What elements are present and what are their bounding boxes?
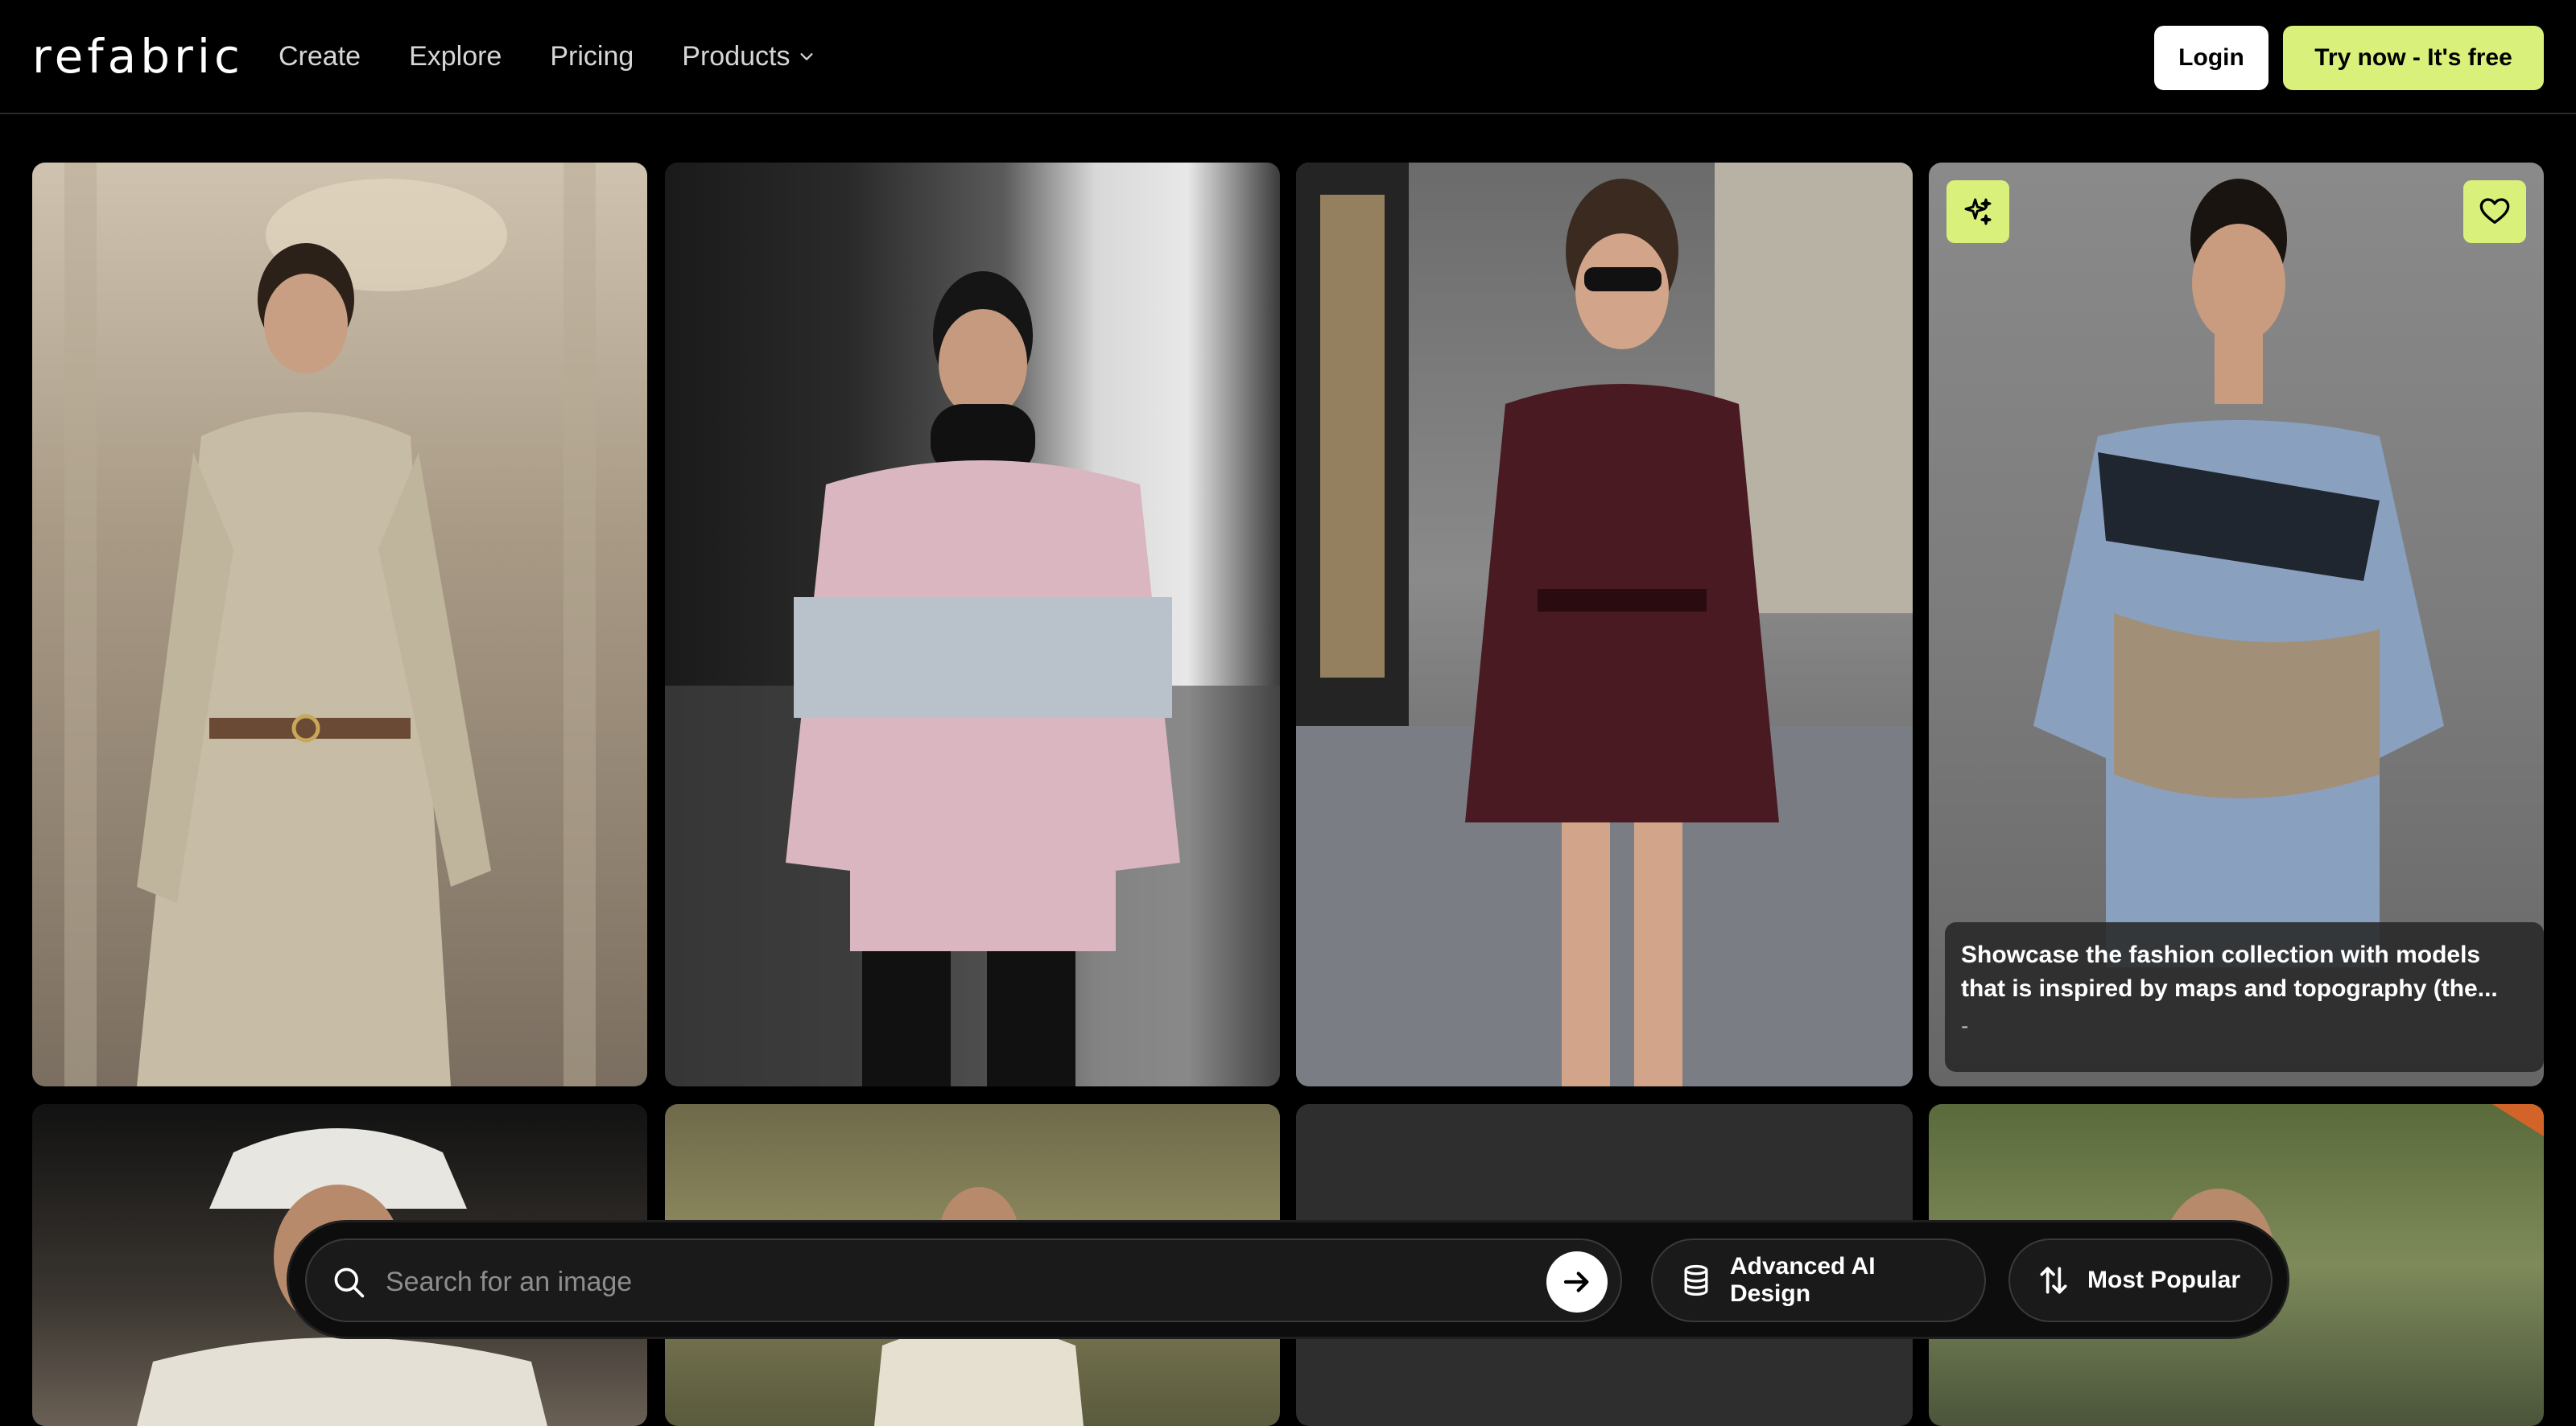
- ai-generate-button[interactable]: [1946, 180, 2009, 243]
- gallery-image-tile[interactable]: [32, 163, 647, 1086]
- favorite-button[interactable]: [2463, 180, 2526, 243]
- main-nav: Create Explore Pricing Products: [279, 37, 815, 76]
- nav-products-label: Products: [682, 41, 791, 72]
- top-nav-bar: refabric Create Explore Pricing Products…: [0, 0, 2576, 114]
- heart-icon: [2479, 198, 2510, 224]
- sparkles-icon: [1964, 198, 1992, 225]
- login-button[interactable]: Login: [2154, 26, 2268, 90]
- prompt-subtext: -: [1961, 1013, 1969, 1038]
- refabric-logo[interactable]: refabric: [32, 27, 244, 85]
- advanced-ai-design-label: Advanced AI Design: [1730, 1253, 1876, 1307]
- advanced-ai-design-filter[interactable]: Advanced AI Design: [1651, 1238, 1986, 1322]
- try-now-button[interactable]: Try now - It's free: [2283, 26, 2544, 90]
- arrow-right-icon: [1563, 1271, 1589, 1292]
- sort-label: Most Popular: [2087, 1267, 2241, 1293]
- nav-pricing[interactable]: Pricing: [550, 37, 634, 76]
- database-icon: [1684, 1264, 1708, 1296]
- nav-products-dropdown[interactable]: Products: [682, 37, 815, 76]
- nav-pricing-label: Pricing: [550, 41, 634, 72]
- nav-explore[interactable]: Explore: [409, 37, 502, 76]
- gallery-image: [1296, 163, 1913, 1086]
- image-prompt-caption: Showcase the fashion collection with mod…: [1945, 922, 2544, 1072]
- nav-create-label: Create: [279, 41, 361, 72]
- gallery-image-tile[interactable]: [1296, 163, 1913, 1086]
- nav-create[interactable]: Create: [279, 37, 361, 76]
- gallery-image-tile[interactable]: [665, 163, 1280, 1086]
- gallery-image: [64, 163, 596, 1086]
- nav-explore-label: Explore: [409, 41, 502, 72]
- gallery-image-tile[interactable]: Showcase the fashion collection with mod…: [1929, 163, 2544, 1086]
- search-submit-button[interactable]: [1546, 1251, 1608, 1313]
- sort-arrows-icon: [2040, 1267, 2067, 1294]
- prompt-text: Showcase the fashion collection with mod…: [1961, 942, 2498, 1002]
- search-icon: [334, 1267, 365, 1298]
- chevron-down-icon: [800, 53, 814, 60]
- search-input[interactable]: [384, 1256, 1498, 1308]
- search-dock: Advanced AI Design Most Popular: [287, 1220, 2289, 1339]
- sort-most-popular-button[interactable]: Most Popular: [2008, 1238, 2273, 1322]
- gallery-image: [665, 271, 1280, 1086]
- search-field: [305, 1238, 1622, 1322]
